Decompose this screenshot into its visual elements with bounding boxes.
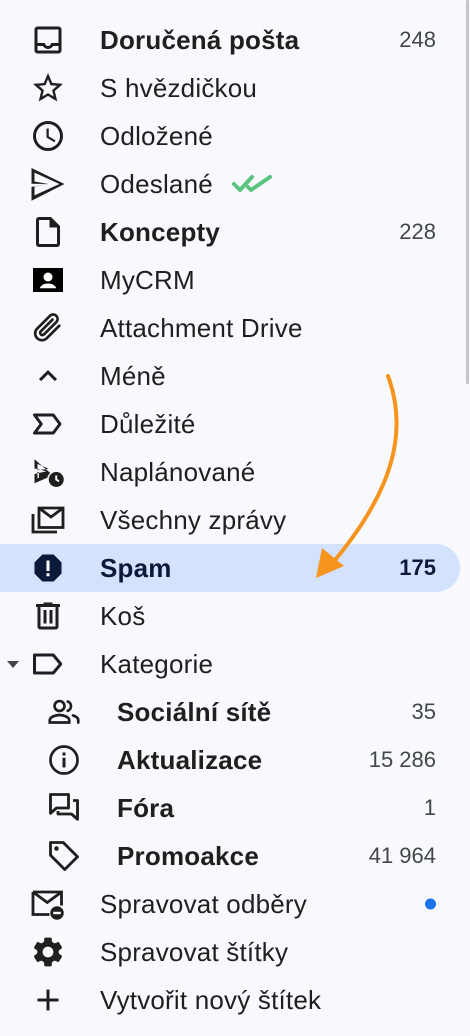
nav-item-label: Vytvořit nový štítek [100,984,322,1015]
info-icon [44,740,84,780]
all-mail-icon [28,500,68,540]
updates-count: 15 286 [368,747,436,772]
nav-item-spam[interactable]: Spam 175 [0,544,460,592]
nav-item-mycrm[interactable]: MyCRM [0,256,460,304]
nav-item-label: Spravovat štítky [100,936,289,967]
nav-item-label: Koncepty [100,216,221,247]
clock-icon [28,116,68,156]
nav-item-label: Důležité [100,408,196,439]
nav-item-social[interactable]: Sociální sítě 35 [0,688,460,736]
nav-item-all-mail[interactable]: Všechny zprávy [0,496,460,544]
chevron-up-icon [28,356,68,396]
nav-item-label: Naplánované [100,456,256,487]
contact-card-icon [28,260,68,300]
nav-item-label: Doručená pošta [100,24,300,55]
schedule-send-icon [28,452,68,492]
caret-down-icon[interactable] [5,656,21,672]
nav-item-create-label[interactable]: Vytvořit nový štítek [0,976,460,1024]
nav-item-label: Odeslané [100,168,213,199]
unread-dot [425,898,436,910]
label-important-icon [28,404,68,444]
send-icon [28,164,68,204]
nav-item-manage-subscriptions[interactable]: Spravovat odběry [0,880,460,928]
label-icon [28,644,68,684]
plus-icon [28,980,68,1020]
nav-item-label: Kategorie [100,648,214,679]
nav-item-categories[interactable]: Kategorie [0,640,460,688]
nav-item-trash[interactable]: Koš [0,592,460,640]
nav-item-updates[interactable]: Aktualizace 15 286 [0,736,460,784]
unsubscribe-icon [28,884,68,924]
nav-item-manage-labels[interactable]: Spravovat štítky [0,928,460,976]
nav-item-label: Sociální sítě [117,696,272,727]
nav-item-label: Spam [100,552,172,583]
gear-icon [28,932,68,972]
nav-item-label: Attachment Drive [100,312,303,343]
nav-item-inbox[interactable]: Doručená pošta 248 [0,16,460,64]
inbox-icon [28,20,68,60]
people-icon [44,692,84,732]
draft-count: 228 [399,219,436,244]
tag-icon [44,836,84,876]
folder-navigation: Doručená pošta 248 S hvězdičkou Odložené… [0,16,470,1024]
nav-item-sent[interactable]: Odeslané [0,160,460,208]
nav-item-less[interactable]: Méně [0,352,460,400]
nav-item-label: Promoakce [117,840,259,871]
nav-item-label: Aktualizace [117,744,263,775]
nav-item-label: Odložené [100,120,213,151]
file-icon [28,212,68,252]
nav-item-label: MyCRM [100,264,195,295]
promotions-count: 41 964 [368,843,436,868]
spam-count: 175 [399,555,436,580]
forum-icon [44,788,84,828]
nav-item-scheduled[interactable]: Naplánované [0,448,460,496]
report-icon [28,548,68,588]
nav-item-label: Fóra [117,792,175,823]
nav-item-label: S hvězdičkou [100,72,258,103]
nav-item-label: Všechny zprávy [100,504,287,535]
social-count: 35 [411,699,436,724]
nav-item-snoozed[interactable]: Odložené [0,112,460,160]
nav-item-drafts[interactable]: Koncepty 228 [0,208,460,256]
nav-item-label: Koš [100,600,146,631]
double-check-icon [232,175,272,192]
nav-item-important[interactable]: Důležité [0,400,460,448]
unread-count: 248 [399,27,436,52]
nav-item-label: Spravovat odběry [100,888,307,919]
nav-item-forums[interactable]: Fóra 1 [0,784,460,832]
nav-item-label: Méně [100,360,166,391]
trash-icon [28,596,68,636]
paperclip-icon [28,308,68,348]
scrollbar[interactable] [466,0,469,384]
forums-count: 1 [423,795,436,820]
nav-item-promotions[interactable]: Promoakce 41 964 [0,832,460,880]
nav-item-starred[interactable]: S hvězdičkou [0,64,460,112]
nav-item-attachment-drive[interactable]: Attachment Drive [0,304,460,352]
star-icon [28,68,68,108]
